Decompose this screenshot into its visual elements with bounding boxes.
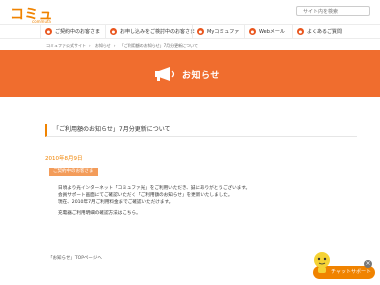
- article-paragraph-link[interactable]: 充電器ご利用明細の確認方法はこちら。: [58, 210, 348, 217]
- close-icon[interactable]: ×: [364, 260, 372, 268]
- article-paragraph: 現在、2010年7月ご利用料金までご確認いただけます。: [58, 200, 174, 205]
- logo[interactable]: コミュファ commufa: [10, 5, 66, 40]
- nav-item-label: お申し込みをご検討中のお客さま: [120, 29, 196, 35]
- nav-item-my-commufa[interactable]: ● Myコミュファ: [192, 25, 239, 38]
- article-paragraph: 日頃より光インターネット「コミュファ光」をご利用いただき、誠にありがとうございま…: [58, 186, 251, 191]
- chat-support-label: チャットサポート: [331, 269, 371, 275]
- house-icon: ●: [110, 28, 117, 35]
- breadcrumb: コミュファ公式サイト › お知らせ › 「ご利用額のお知らせ」7月分更新について: [46, 43, 199, 48]
- nav-item-prospective-customers[interactable]: ● お申し込みをご検討中のお客さま: [105, 25, 195, 38]
- mascot-icon: [314, 252, 330, 273]
- my-icon: ●: [197, 28, 204, 35]
- back-to-news-top-link[interactable]: 「お知らせ」TOPページへ: [48, 255, 102, 261]
- category-badge: ご契約中のお客さま: [49, 168, 98, 176]
- article-date: 2010年8月9日: [45, 156, 83, 162]
- main-nav: ● ご契約中のお客さま ● お申し込みをご検討中のお客さま ● Myコミュファ …: [0, 24, 380, 39]
- nav-item-label: ご契約中のお客さま: [55, 29, 101, 35]
- article-paragraph: 会員サポート画面にてご確認いただく「ご利用額のお知らせ」を更新いたしました。: [58, 193, 233, 198]
- nav-item-label: Myコミュファ: [207, 29, 240, 35]
- nav-item-webmail[interactable]: ● Webメール: [244, 25, 285, 38]
- nav-item-label: よくあるご質問: [307, 29, 343, 35]
- person-icon: ●: [45, 28, 52, 35]
- nav-item-faq[interactable]: ● よくあるご質問: [292, 25, 342, 38]
- page-title: お知らせ: [182, 70, 220, 81]
- article-body: 日頃より光インターネット「コミュファ光」をご利用いただき、誠にありがとうございま…: [58, 185, 348, 217]
- breadcrumb-item[interactable]: お知らせ: [95, 43, 111, 48]
- question-icon: ●: [297, 28, 304, 35]
- article-title: 「ご利用額のお知らせ」7月分更新について: [45, 124, 357, 137]
- breadcrumb-item-current: 「ご利用額のお知らせ」7月分更新について: [119, 43, 199, 48]
- page-banner: お知らせ: [0, 50, 380, 97]
- megaphone-icon: [155, 67, 175, 81]
- mail-icon: ●: [249, 28, 256, 35]
- nav-item-label: Webメール: [259, 29, 285, 35]
- breadcrumb-item[interactable]: コミュファ公式サイト: [46, 43, 86, 48]
- nav-item-current-customers[interactable]: ● ご契約中のお客さま: [40, 25, 100, 38]
- search-input[interactable]: [296, 6, 370, 16]
